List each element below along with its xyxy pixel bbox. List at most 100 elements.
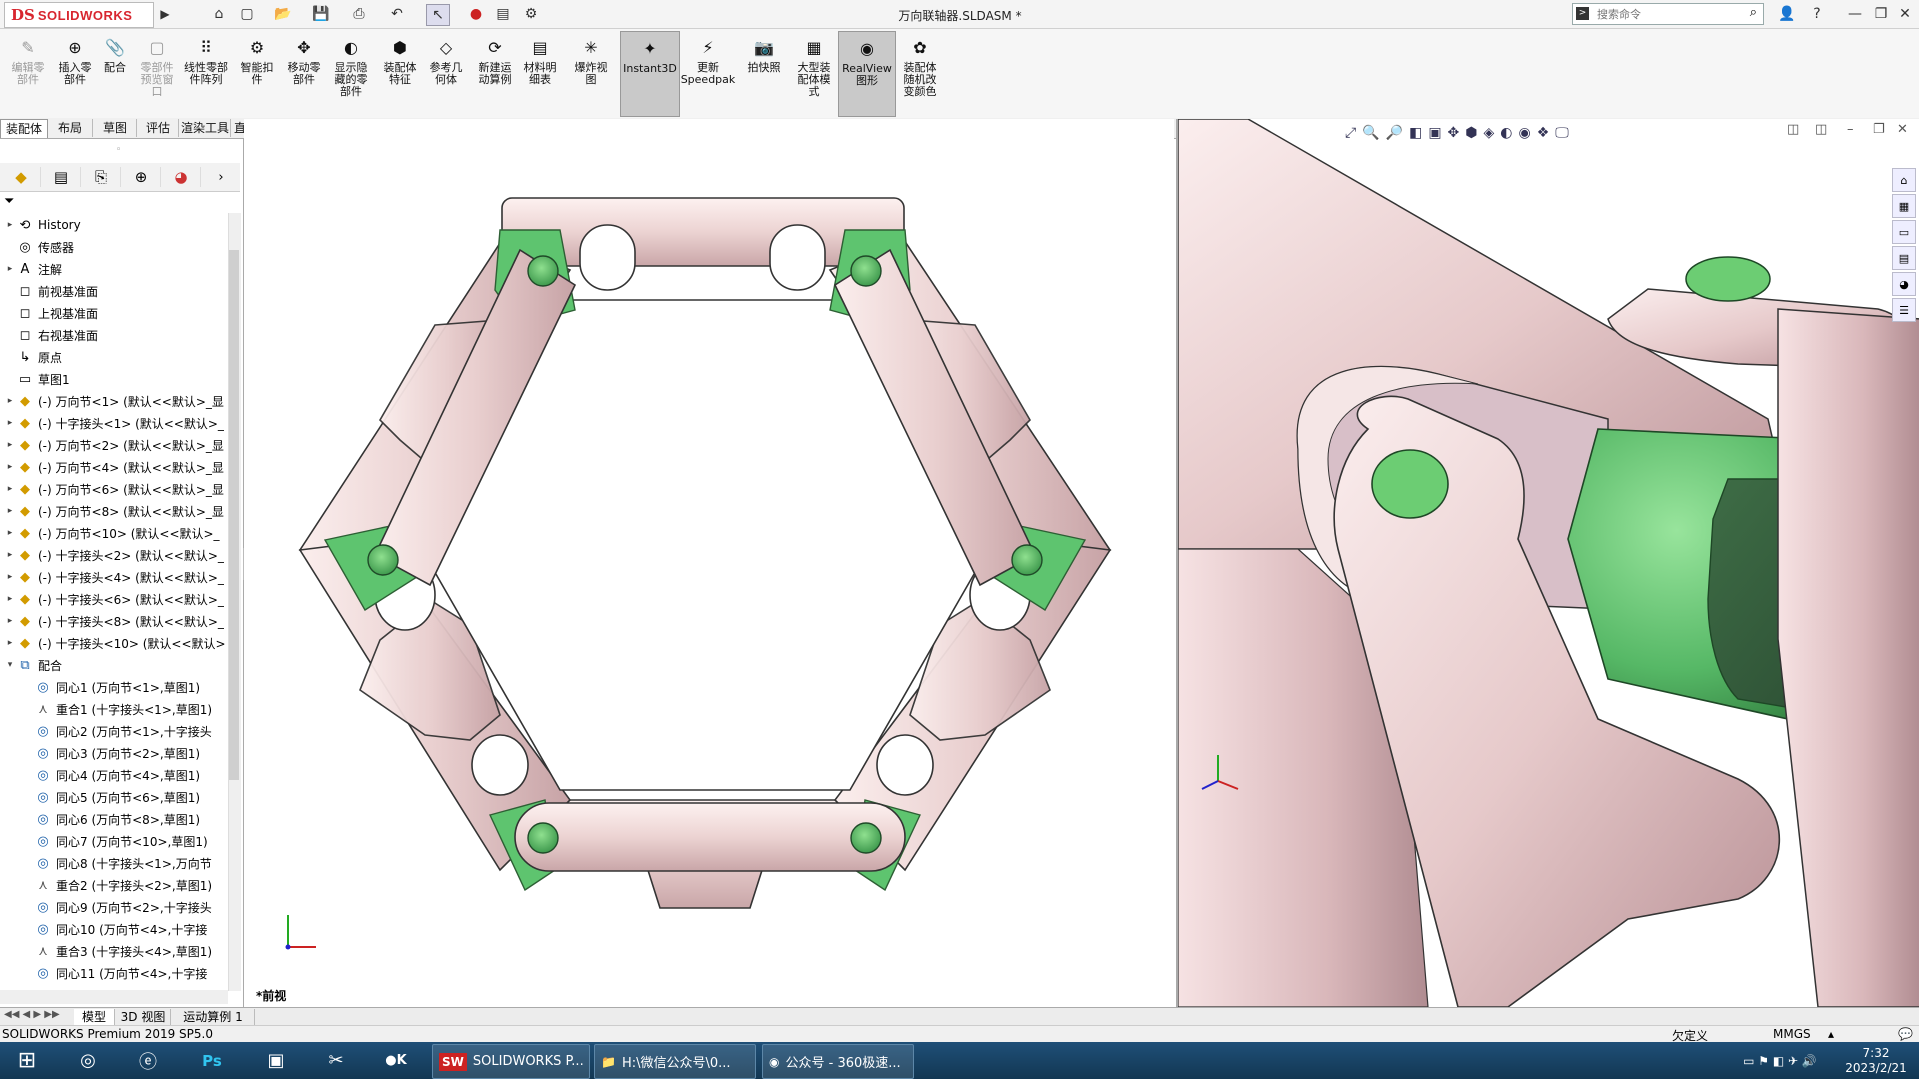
- tree-item[interactable]: ◎ 同心7 (万向节<10>,草图1): [4, 831, 232, 851]
- units-dropdown-icon[interactable]: ▴: [1828, 1027, 1834, 1041]
- user-icon[interactable]: 👤: [1778, 4, 1796, 24]
- file-explorer-icon[interactable]: ▭: [1892, 220, 1916, 244]
- graphics-viewport-zoomed[interactable]: [1176, 119, 1919, 1007]
- expand-arrow-icon[interactable]: ▸: [4, 506, 16, 516]
- restore-window-icon[interactable]: ❐: [1872, 4, 1890, 24]
- model-tab-1[interactable]: 3D 视图: [116, 1009, 171, 1025]
- tree-item[interactable]: ◎ 同心10 (万向节<4>,十字接: [4, 919, 232, 939]
- tab-0[interactable]: 装配体: [0, 119, 48, 138]
- model-tab-0[interactable]: 模型: [74, 1009, 115, 1025]
- ribbon-button-instant3d[interactable]: ✦ Instant3D: [620, 31, 680, 117]
- open-file-icon[interactable]: 📂: [272, 4, 294, 24]
- view-orientation-icon[interactable]: ✥: [1448, 125, 1460, 141]
- expand-arrow-icon[interactable]: ▸: [4, 550, 16, 560]
- tree-item[interactable]: ◎ 传感器: [4, 237, 232, 257]
- taskbar-window-0[interactable]: SW SOLIDWORKS P...: [432, 1044, 590, 1079]
- tree-item[interactable]: ▸ ◆ (-) 万向节<8> (默认<<默认>_显: [4, 501, 232, 521]
- undo-icon[interactable]: ↶: [386, 4, 408, 24]
- tree-item[interactable]: ◎ 同心3 (万向节<2>,草图1): [4, 743, 232, 763]
- expand-arrow-icon[interactable]: ▸: [4, 440, 16, 450]
- tree-filter[interactable]: ⏷: [4, 194, 240, 212]
- view-palette-icon[interactable]: ▤: [1892, 246, 1916, 270]
- tree-item[interactable]: ⋏ 重合2 (十字接头<2>,草图1): [4, 875, 232, 895]
- tree-item[interactable]: ▸ ◆ (-) 十字接头<2> (默认<<默认>_: [4, 545, 232, 565]
- new-file-icon[interactable]: ▢: [236, 4, 258, 24]
- ribbon-button-show-hidden[interactable]: ◐ 显示隐 藏的零 部件: [328, 31, 374, 115]
- restore-view-icon[interactable]: ❐: [1873, 122, 1885, 137]
- ribbon-button-large-assembly[interactable]: ▦ 大型装 配体模 式: [792, 31, 836, 115]
- section-view-icon[interactable]: ◧: [1409, 125, 1422, 141]
- home-icon[interactable]: ⌂: [208, 4, 230, 24]
- ribbon-button-exploded-view[interactable]: ✳ 爆炸视 图: [568, 31, 614, 115]
- close-view-icon[interactable]: ✕: [1897, 122, 1908, 137]
- tree-item[interactable]: ▾ ⧉ 配合: [4, 655, 232, 675]
- tree-item[interactable]: ◎ 同心6 (万向节<8>,草图1): [4, 809, 232, 829]
- tree-item[interactable]: ▸ ◆ (-) 万向节<2> (默认<<默认>_显: [4, 435, 232, 455]
- graphics-viewport-front[interactable]: *前视: [244, 119, 1174, 1007]
- tree-item[interactable]: ◻ 右视基准面: [4, 325, 232, 345]
- tree-item[interactable]: ◎ 同心9 (万向节<2>,十字接头: [4, 897, 232, 917]
- app-pinned-icon-3[interactable]: ✂: [316, 1044, 356, 1077]
- ribbon-button-realview[interactable]: ◉ RealView 图形: [838, 31, 896, 117]
- expand-arrow-icon[interactable]: ▸: [4, 462, 16, 472]
- search-icon[interactable]: ⌕: [1750, 5, 1757, 20]
- tree-item[interactable]: ▸ ◆ (-) 十字接头<8> (默认<<默认>_: [4, 611, 232, 631]
- tree-item[interactable]: ▸ A 注解: [4, 259, 232, 279]
- tree-scroll-thumb[interactable]: [229, 250, 239, 780]
- tree-item[interactable]: ◎ 同心4 (万向节<4>,草图1): [4, 765, 232, 785]
- app-pinned-icon-4[interactable]: ●K: [376, 1044, 416, 1077]
- search-input[interactable]: [1595, 5, 1739, 23]
- appearances-icon[interactable]: ◕: [1892, 272, 1916, 296]
- ribbon-button-preview-window[interactable]: ▢ 零部件 预览窗 口: [136, 31, 178, 115]
- display-style-icon[interactable]: ⬢: [1465, 125, 1477, 141]
- tile-left-icon[interactable]: ◫: [1787, 122, 1799, 137]
- tree-item[interactable]: ↳ 原点: [4, 347, 232, 367]
- expand-arrow-icon[interactable]: ▸: [4, 418, 16, 428]
- tree-item[interactable]: ◎ 同心5 (万向节<6>,草图1): [4, 787, 232, 807]
- ribbon-button-mate[interactable]: 📎 配合: [98, 31, 132, 115]
- ribbon-button-assembly-feature[interactable]: ⬢ 装配体 特征: [378, 31, 422, 115]
- dynamic-annotation-icon[interactable]: ▣: [1428, 125, 1441, 141]
- ribbon-button-edit-component[interactable]: ✎ 编辑零 部件: [8, 31, 48, 115]
- taskbar-window-2[interactable]: ◉ 公众号 - 360极速...: [762, 1044, 914, 1079]
- ribbon-button-insert-component[interactable]: ⊕ 插入零 部件: [54, 31, 96, 115]
- tree-item[interactable]: ▸ ◆ (-) 万向节<1> (默认<<默认>_显: [4, 391, 232, 411]
- tree-item[interactable]: ▸ ◆ (-) 十字接头<4> (默认<<默认>_: [4, 567, 232, 587]
- minimize-window-icon[interactable]: —: [1846, 4, 1864, 24]
- tree-item[interactable]: ⋏ 重合1 (十字接头<1>,草图1): [4, 699, 232, 719]
- expand-arrow-icon[interactable]: ▸: [4, 396, 16, 406]
- select-icon[interactable]: ↖: [426, 4, 450, 26]
- ribbon-button-move-component[interactable]: ✥ 移动零 部件: [282, 31, 326, 115]
- expand-arrow-icon[interactable]: ▸: [4, 572, 16, 582]
- tree-item[interactable]: ▸ ◆ (-) 十字接头<1> (默认<<默认>_: [4, 413, 232, 433]
- ribbon-button-speedpak[interactable]: ⚡ 更新 Speedpak: [680, 31, 736, 115]
- expand-arrow-icon[interactable]: ▸: [4, 594, 16, 604]
- tree-horizontal-scrollbar[interactable]: [0, 990, 228, 1004]
- expand-arrow-icon[interactable]: ▸: [4, 264, 16, 274]
- app-pinned-icon-1[interactable]: ◎: [68, 1044, 108, 1077]
- options-gear-icon[interactable]: ⚙: [520, 4, 542, 24]
- model-tab-2[interactable]: 运动算例 1: [172, 1009, 255, 1025]
- unit-system[interactable]: MMGS: [1773, 1027, 1811, 1041]
- ribbon-button-linear-pattern[interactable]: ⠿ 线性零部 件阵列: [180, 31, 232, 115]
- configuration-manager-tab-icon[interactable]: ⎘: [82, 167, 121, 187]
- tree-item[interactable]: ◎ 同心8 (十字接头<1>,万向节: [4, 853, 232, 873]
- tab-2[interactable]: 草图: [94, 119, 137, 137]
- app-pinned-icon-2[interactable]: ▣: [256, 1044, 296, 1077]
- start-button-icon[interactable]: ⊞: [6, 1044, 48, 1077]
- tree-item[interactable]: ◻ 上视基准面: [4, 303, 232, 323]
- minimize-view-icon[interactable]: –: [1847, 122, 1854, 137]
- taskbar-window-1[interactable]: 📁 H:\微信公众号\0...: [594, 1044, 756, 1079]
- close-window-icon[interactable]: ✕: [1896, 4, 1914, 24]
- expand-arrow-icon[interactable]: ▸: [4, 638, 16, 648]
- ribbon-button-bom[interactable]: ▤ 材料明 细表: [518, 31, 562, 115]
- display-manager-tab-icon[interactable]: ◕: [162, 167, 201, 187]
- ribbon-button-motion-study[interactable]: ⟳ 新建运 动算例: [472, 31, 518, 115]
- apply-scene-icon[interactable]: ◉: [1519, 125, 1531, 141]
- panel-expand-icon[interactable]: ›: [210, 167, 232, 187]
- monitor-icon[interactable]: 🖵: [1555, 125, 1569, 141]
- tree-item[interactable]: ⋏ 重合3 (十字接头<4>,草图1): [4, 941, 232, 961]
- tree-item[interactable]: ◻ 前视基准面: [4, 281, 232, 301]
- rebuild-icon[interactable]: ●: [468, 4, 484, 24]
- expand-arrow-icon[interactable]: ▸: [4, 528, 16, 538]
